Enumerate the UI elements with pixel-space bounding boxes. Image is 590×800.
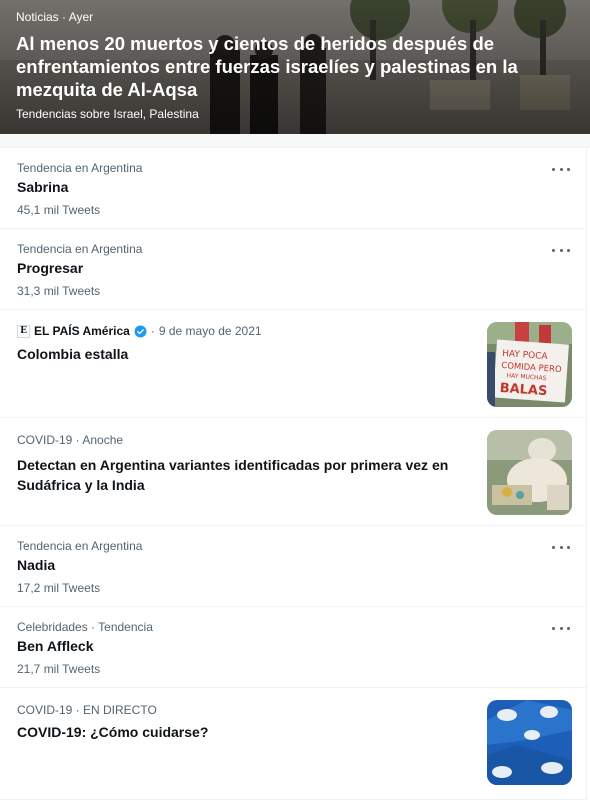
trend-context: Tendencia en Argentina [17, 242, 143, 256]
trend-item[interactable]: Celebridades · Tendencia Ben Affleck 21,… [0, 607, 587, 688]
trend-item[interactable]: Tendencia en Argentina Progresar 31,3 mi… [0, 229, 587, 310]
trend-tweet-count: 45,1 mil Tweets [17, 203, 101, 217]
hero-time: Ayer [68, 10, 94, 24]
publisher-line: E EL PAÍS América · 9 de mayo de 2021 [17, 324, 262, 338]
lab-worker-image [487, 430, 572, 515]
trend-tweet-count: 21,7 mil Tweets [17, 662, 101, 676]
trend-title: Ben Affleck [17, 638, 94, 654]
hero-headline[interactable]: Al menos 20 muertos y cientos de heridos… [16, 32, 576, 101]
trend-title: Sabrina [17, 179, 69, 195]
more-options-icon[interactable] [552, 621, 570, 635]
trend-context: Celebridades · Tendencia [17, 620, 153, 634]
trends-list: Tendencia en Argentina Sabrina 45,1 mil … [0, 148, 587, 800]
hero-news-card[interactable]: Noticias · Ayer Al menos 20 muertos y ci… [0, 0, 590, 134]
trend-context: Tendencia en Argentina [17, 539, 143, 553]
trend-title: Nadia [17, 557, 56, 573]
publisher-logo-icon: E [17, 324, 30, 338]
protest-sign-image: HAY POCA COMIDA PERO HAY MUCHAS BALAS [487, 322, 572, 407]
trend-tweet-count: 17,2 mil Tweets [17, 581, 101, 595]
hero-category: Noticias [16, 10, 59, 24]
news-thumbnail [487, 430, 572, 515]
trend-tweet-count: 31,3 mil Tweets [17, 284, 101, 298]
more-options-icon[interactable] [552, 540, 570, 554]
news-thumbnail [487, 700, 572, 785]
news-item[interactable]: COVID-19 · EN DIRECTO COVID-19: ¿Cómo cu… [0, 688, 587, 800]
news-item[interactable]: COVID-19 · Anoche Detectan en Argentina … [0, 418, 587, 526]
hero-topics-list[interactable]: Israel, Palestina [113, 107, 198, 121]
section-divider [0, 134, 590, 148]
news-title: Colombia estalla [17, 346, 129, 362]
more-options-icon[interactable] [552, 243, 570, 257]
covid-masks-image [487, 700, 572, 785]
publisher-name: EL PAÍS América [34, 324, 130, 338]
news-date: 9 de mayo de 2021 [158, 324, 262, 338]
news-thumbnail: HAY POCA COMIDA PERO HAY MUCHAS BALAS [487, 322, 572, 407]
news-title: COVID-19: ¿Cómo cuidarse? [17, 724, 209, 740]
trend-item[interactable]: Tendencia en Argentina Sabrina 45,1 mil … [0, 148, 587, 229]
trend-title: Progresar [17, 260, 84, 276]
hero-topics-prefix: Tendencias sobre [16, 107, 111, 121]
news-context: COVID-19 · Anoche [17, 433, 124, 447]
trend-item[interactable]: Tendencia en Argentina Nadia 17,2 mil Tw… [0, 526, 587, 607]
news-context: COVID-19 · EN DIRECTO [17, 703, 157, 717]
verified-badge-icon [134, 325, 147, 337]
news-item[interactable]: E EL PAÍS América · 9 de mayo de 2021 Co… [0, 310, 587, 418]
news-title: Detectan en Argentina variantes identifi… [17, 457, 449, 493]
hero-meta: Noticias · Ayer [16, 10, 94, 24]
more-options-icon[interactable] [552, 162, 570, 176]
hero-topics: Tendencias sobre Israel, Palestina [16, 107, 199, 121]
trend-context: Tendencia en Argentina [17, 161, 143, 175]
